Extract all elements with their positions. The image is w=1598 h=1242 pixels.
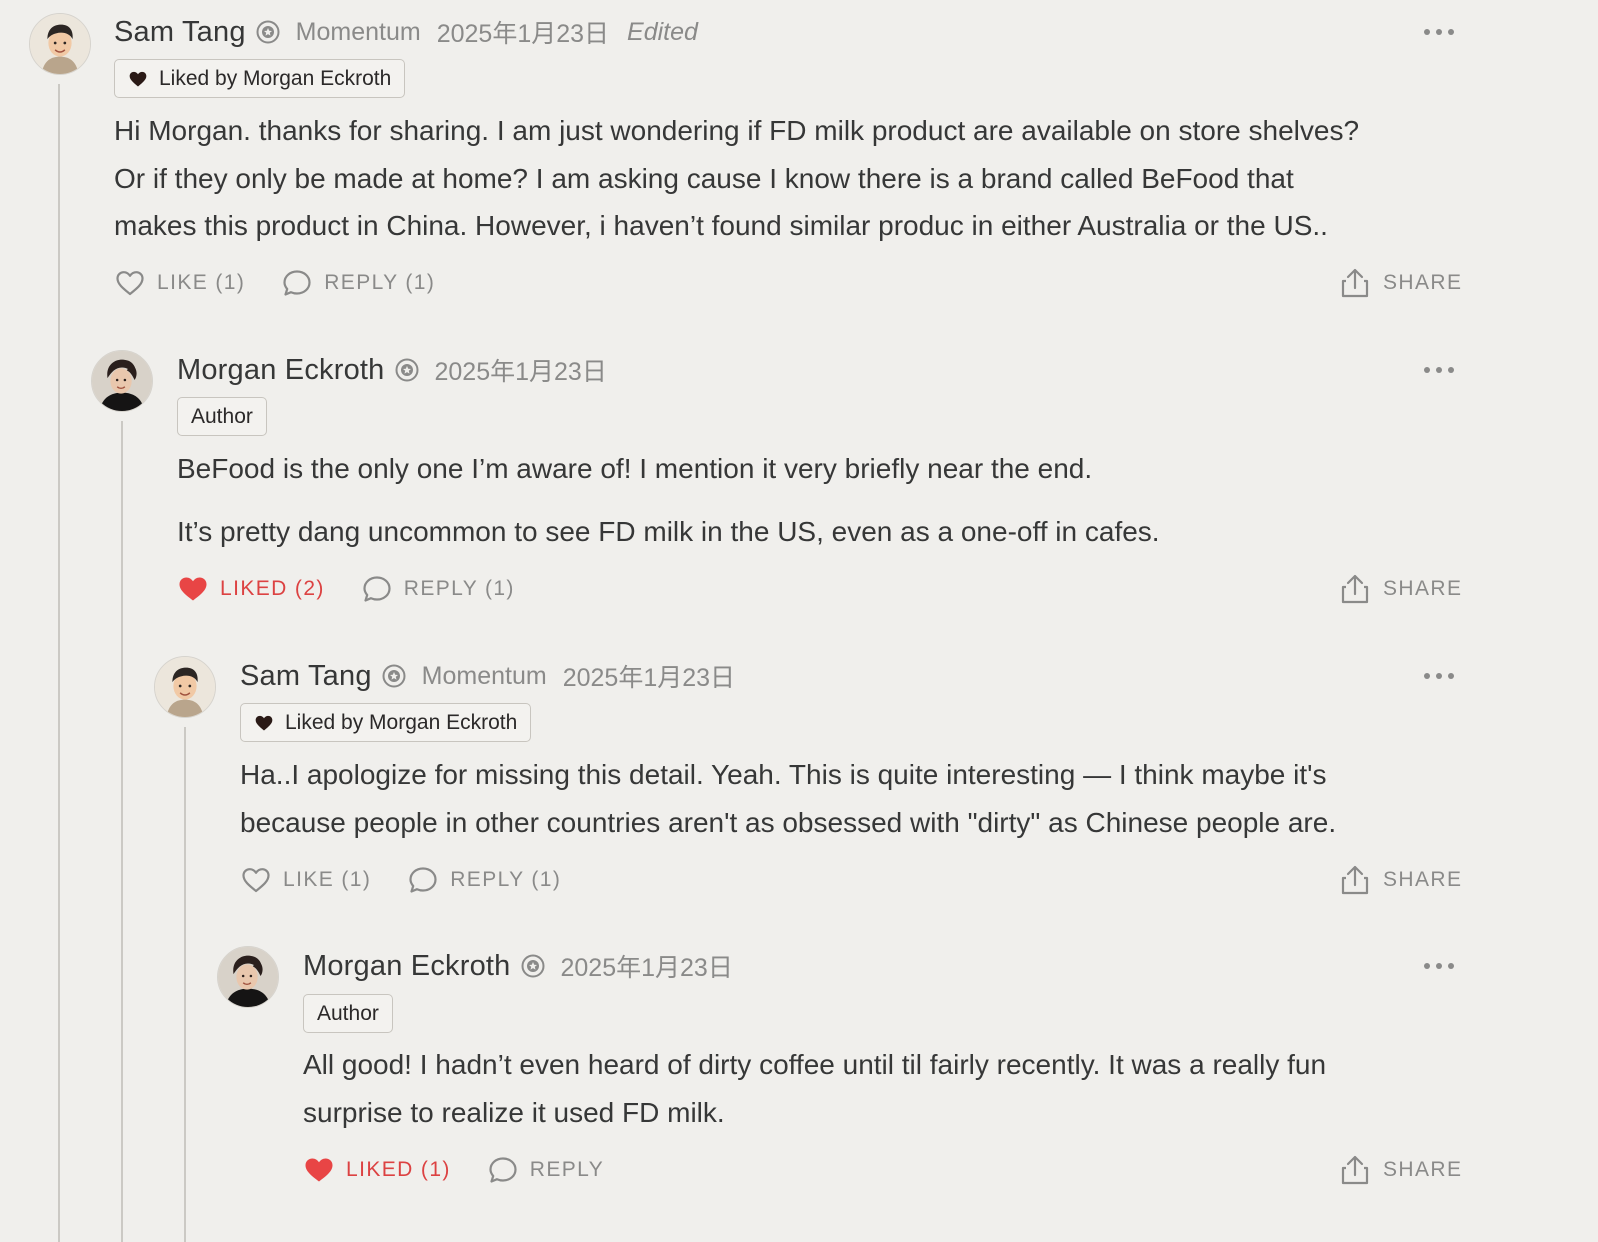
- reply-button[interactable]: REPLY (1): [407, 864, 561, 896]
- chip-label: Author: [317, 1001, 379, 1025]
- comment-line: It’s pretty dang uncommon to see FD milk…: [177, 515, 1160, 547]
- share-icon: [1341, 865, 1369, 895]
- reply-label: REPLY (1): [450, 868, 562, 891]
- author-chip: Author: [303, 994, 393, 1033]
- comment-body: BeFood is the only one I’m aware of! I m…: [177, 445, 1160, 555]
- liked-by-author-chip: Liked by Morgan Eckroth: [114, 59, 406, 98]
- comment-meta: Morgan Eckroth 2025年1月23日: [303, 946, 751, 986]
- verified-badge-icon: [256, 20, 280, 44]
- comment-meta: Sam Tang Momentum 2025年1月23日 Edited: [114, 12, 698, 52]
- sam-tang-avatar-icon: [155, 657, 215, 717]
- liked-by-author-chip: Liked by Morgan Eckroth: [240, 703, 532, 742]
- speech-bubble-icon: [409, 867, 437, 893]
- reply-label: REPLY (1): [324, 271, 436, 294]
- comment-line: because people in other countries aren't…: [240, 806, 1337, 838]
- chip-label: Author: [191, 404, 253, 428]
- verified-badge-icon: [521, 954, 544, 978]
- more-options-icon[interactable]: [1424, 961, 1454, 971]
- comment-line: Or if they only be made at home? I am as…: [114, 162, 1294, 194]
- reply-label: REPLY: [529, 1158, 605, 1181]
- author-name[interactable]: Sam Tang: [240, 660, 372, 693]
- speech-bubble-icon: [363, 576, 391, 602]
- reply-button[interactable]: REPLY (1): [281, 267, 435, 299]
- share-label: SHARE: [1383, 868, 1463, 891]
- share-label: SHARE: [1383, 577, 1463, 600]
- comment-body: Ha..I apologize for missing this detail.…: [240, 751, 1336, 846]
- comment-date[interactable]: 2025年1月23日: [561, 948, 733, 984]
- reply-label: REPLY (1): [403, 577, 515, 600]
- comment-body: Hi Morgan. thanks for sharing. I am just…: [114, 107, 1359, 250]
- comment-date[interactable]: 2025年1月23日: [435, 352, 607, 388]
- reply-button[interactable]: REPLY (1): [361, 573, 515, 605]
- comment-body: All good! I hadn’t even heard of dirty c…: [303, 1041, 1326, 1136]
- author-name[interactable]: Morgan Eckroth: [303, 950, 511, 983]
- more-options-icon[interactable]: [1424, 671, 1454, 681]
- liked-button[interactable]: LIKED (2): [177, 573, 325, 605]
- comment-actions: LIKED (2) REPLY (1): [177, 572, 551, 606]
- like-button[interactable]: LIKE (1): [114, 267, 245, 299]
- like-label: LIKE (1): [283, 868, 372, 891]
- publication-name[interactable]: Momentum: [422, 662, 547, 691]
- speech-bubble-icon: [283, 270, 311, 296]
- share-icon: [1341, 574, 1369, 604]
- edited-label: Edited: [627, 17, 698, 46]
- share-icon: [1341, 268, 1369, 298]
- thread-line-level-3: [184, 727, 186, 1242]
- share-icon: [1341, 1155, 1369, 1185]
- avatar[interactable]: [91, 350, 153, 412]
- heart-outline-icon: [242, 868, 270, 893]
- sam-tang-avatar-icon: [30, 14, 90, 74]
- more-options-icon[interactable]: [1424, 27, 1454, 37]
- chip-label: Liked by Morgan Eckroth: [285, 710, 518, 734]
- comment-line: Hi Morgan. thanks for sharing. I am just…: [114, 115, 1360, 146]
- verified-badge-icon: [382, 664, 406, 688]
- heart-filled-icon: [255, 715, 273, 730]
- chip-label: Liked by Morgan Eckroth: [159, 66, 392, 90]
- liked-button[interactable]: LIKED (1): [303, 1154, 451, 1186]
- like-label: LIKED (1): [346, 1158, 451, 1181]
- comment-line: Ha..I apologize for missing this detail.…: [240, 759, 1327, 790]
- comment-actions: LIKED (1) REPLY: [303, 1153, 640, 1187]
- comment-date[interactable]: 2025年1月23日: [563, 658, 735, 694]
- comment-actions: LIKE (1) REPLY (1): [240, 863, 597, 897]
- comment-line: BeFood is the only one I’m aware of! I m…: [177, 453, 1093, 484]
- share-label: SHARE: [1383, 1158, 1463, 1181]
- comment-line: surprise to realize it used FD milk.: [303, 1096, 725, 1128]
- avatar[interactable]: [29, 13, 91, 75]
- like-button[interactable]: LIKE (1): [240, 864, 371, 896]
- heart-filled-icon: [179, 577, 207, 601]
- thread-line-level-2: [121, 421, 123, 1242]
- publication-name[interactable]: Momentum: [296, 18, 421, 47]
- share-label: SHARE: [1383, 271, 1463, 294]
- comment-actions: LIKE (1) REPLY (1): [114, 266, 471, 300]
- speech-bubble-icon: [489, 1157, 517, 1183]
- share-button[interactable]: SHARE: [1340, 572, 1462, 606]
- verified-badge-icon: [395, 358, 418, 382]
- morgan-eckroth-avatar-icon: [92, 351, 152, 411]
- avatar[interactable]: [154, 656, 216, 718]
- avatar[interactable]: [217, 946, 279, 1008]
- like-label: LIKED (2): [220, 577, 325, 600]
- more-options-icon[interactable]: [1424, 365, 1454, 375]
- comment-line: All good! I hadn’t even heard of dirty c…: [303, 1049, 1327, 1080]
- share-button[interactable]: SHARE: [1340, 863, 1462, 897]
- comment-line: makes this product in China. However, i …: [114, 210, 1328, 241]
- like-label: LIKE (1): [157, 271, 246, 294]
- morgan-eckroth-avatar-icon: [218, 947, 278, 1007]
- heart-filled-icon: [129, 71, 147, 86]
- comment-meta: Sam Tang Momentum 2025年1月23日: [240, 656, 753, 696]
- reply-button[interactable]: REPLY: [487, 1154, 604, 1186]
- heart-filled-icon: [305, 1158, 333, 1182]
- share-button[interactable]: SHARE: [1340, 266, 1462, 300]
- heart-outline-icon: [116, 271, 144, 296]
- share-button[interactable]: SHARE: [1340, 1153, 1462, 1187]
- comment-date[interactable]: 2025年1月23日: [437, 14, 609, 50]
- thread-line-level-1: [58, 84, 60, 1242]
- author-chip: Author: [177, 397, 267, 436]
- author-name[interactable]: Morgan Eckroth: [177, 354, 385, 387]
- author-name[interactable]: Sam Tang: [114, 16, 246, 49]
- comment-meta: Morgan Eckroth 2025年1月23日: [177, 350, 625, 390]
